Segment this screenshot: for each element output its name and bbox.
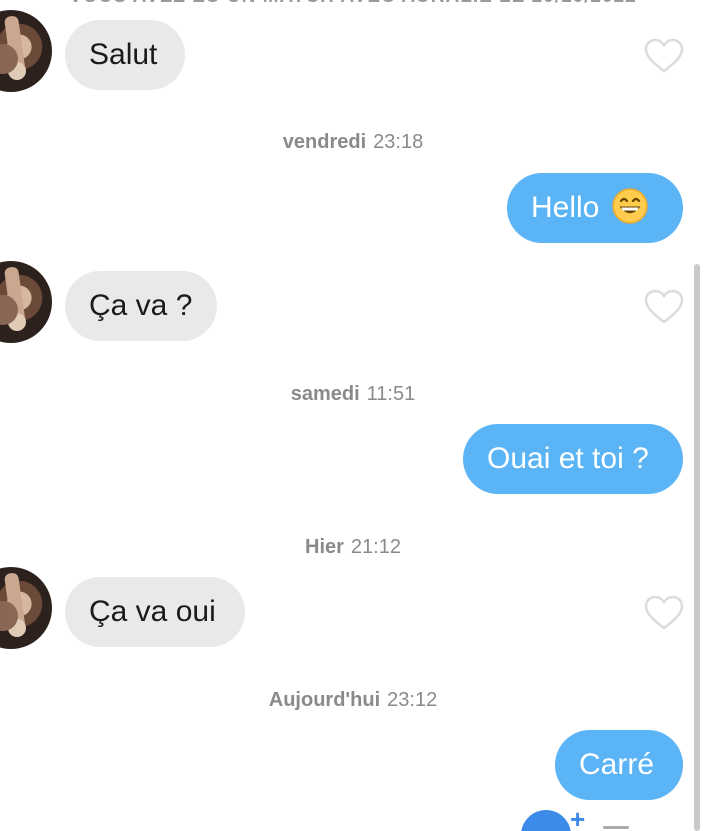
- message-timestamp: Hier 21:12: [0, 536, 706, 559]
- heart-outline-icon[interactable]: [644, 289, 684, 325]
- message-bubble-incoming[interactable]: Ça va ?: [65, 271, 217, 341]
- chat-screen: VOUS AVEZ EU UN MATCH AVEC AURALIE LE 20…: [0, 0, 706, 831]
- message-timestamp: Aujourd'hui 23:12: [0, 689, 706, 712]
- message-bubble-incoming[interactable]: Ça va oui: [65, 577, 245, 647]
- divider: [603, 826, 629, 829]
- contact-avatar[interactable]: [0, 261, 52, 343]
- message-bubble-outgoing[interactable]: Ouai et toi ?: [463, 424, 683, 494]
- scrollbar[interactable]: [694, 264, 700, 831]
- message-bubble-outgoing[interactable]: Carré: [555, 730, 683, 800]
- timestamp-day: vendredi: [282, 131, 367, 153]
- timestamp-time: 23:12: [387, 689, 438, 711]
- timestamp-day: Aujourd'hui: [268, 689, 381, 711]
- timestamp-time: 11:51: [366, 383, 416, 405]
- heart-outline-icon[interactable]: [644, 38, 684, 74]
- heart-outline-icon[interactable]: [644, 595, 684, 631]
- grinning-face-icon: [612, 188, 649, 224]
- contact-avatar[interactable]: [0, 10, 52, 92]
- message-text: Hello: [531, 191, 600, 224]
- timestamp-time: 23:18: [373, 131, 424, 153]
- match-banner: VOUS AVEZ EU UN MATCH AVEC AURALIE LE 20…: [0, 0, 706, 8]
- timestamp-time: 21:12: [350, 536, 401, 558]
- reaction-button[interactable]: [521, 810, 571, 831]
- contact-avatar[interactable]: [0, 567, 52, 649]
- timestamp-day: Hier: [305, 536, 344, 558]
- message-bubble-outgoing[interactable]: Hello: [507, 173, 683, 243]
- timestamp-day: samedi: [290, 383, 360, 405]
- plus-icon[interactable]: +: [570, 806, 585, 831]
- message-bubble-incoming[interactable]: Salut: [65, 20, 185, 90]
- message-timestamp: samedi 11:51: [0, 383, 706, 406]
- message-timestamp: vendredi 23:18: [0, 131, 706, 154]
